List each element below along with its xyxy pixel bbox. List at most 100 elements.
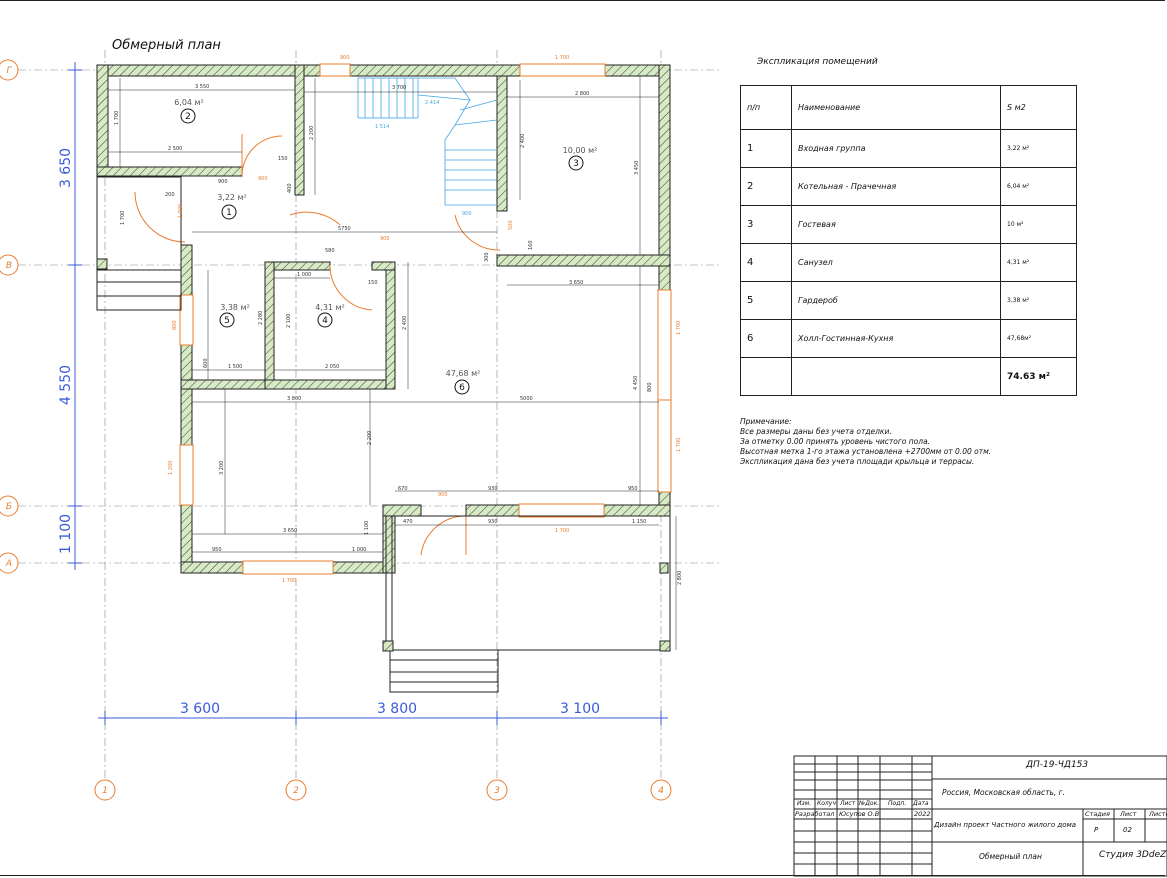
dimension-label: 2 500 (168, 146, 182, 152)
dimension-label: 150 (368, 280, 378, 286)
note-line: Высотная метка 1-го этажа установлена +2… (740, 447, 992, 456)
dimension-label: 950 (212, 547, 222, 553)
dimension-label: 2 800 (575, 91, 589, 97)
room-area-2: 6,04 м² (174, 98, 204, 107)
dimension-chain-left (68, 62, 82, 570)
notes-heading: Примечание: (740, 417, 792, 426)
dimension-label: 1 150 (632, 519, 646, 525)
stamp-sheet-num: 02 (1123, 826, 1132, 834)
stamp-stage-header: Стадия (1085, 810, 1110, 818)
stamp-sheet-header: Лист (1120, 810, 1137, 818)
axis-label-col: 1 (102, 786, 108, 796)
stamp-header-date: Дата (913, 800, 929, 807)
dimension-label: 670 (398, 486, 408, 492)
stairs (357, 77, 498, 206)
note-line: Экспликация дана без учета площади крыль… (740, 457, 975, 466)
stamp-header-doc: №Док. (859, 800, 880, 807)
dimension-label: 2 050 (325, 364, 339, 370)
dimension-label: 1 700 (282, 578, 296, 584)
drawing-group: 3 650 4 550 1 100 3 600 3 800 3 100 (58, 148, 600, 717)
row-num: 2 (740, 167, 792, 206)
stamp-dev-label: Разработал (795, 810, 835, 818)
dimension-label: 1 000 (178, 204, 184, 218)
stamp-header-list: Лист (840, 800, 856, 807)
header-name: Наименование (791, 85, 1001, 130)
dimension-label: 1 200 (168, 461, 174, 475)
dim-left-3: 1 100 (58, 514, 74, 554)
axis-label-col: 2 (293, 786, 299, 796)
dimension-label: 200 (165, 192, 175, 198)
room-area-6: 47,68 м² (446, 369, 481, 378)
table-header-row: п/п Наименование S м2 (740, 85, 1077, 130)
dimension-label: 1 100 (364, 521, 370, 535)
room-number-5: 5 (224, 316, 230, 326)
room-number-1: 1 (226, 208, 232, 218)
dimension-label: 1 700 (676, 321, 682, 335)
dimension-label: 900 (438, 492, 448, 498)
dimension-label: 4 450 (633, 376, 639, 390)
dimension-label: 2 400 (402, 316, 408, 330)
stamp-stage: Р (1094, 826, 1099, 834)
dim-left-1: 3 650 (58, 148, 74, 188)
dimension-label: 2 200 (367, 431, 373, 445)
table-total-row: 74.63 м² (740, 357, 1077, 396)
dimension-label: 930 (488, 519, 498, 525)
header-num: п/п (740, 85, 792, 130)
windows (179, 63, 672, 575)
dimension-label: 3 550 (195, 84, 209, 90)
row-name: Санузел (791, 243, 1001, 282)
room-area-5: 3,38 м² (220, 303, 250, 312)
row-num: 3 (740, 205, 792, 244)
dimension-label: 800 (647, 382, 653, 392)
dimension-label: 950 (628, 486, 638, 492)
table-row: 3 Гостевая 10 м² (740, 205, 1077, 244)
dimension-label: 1 000 (352, 547, 366, 553)
axis-grid (18, 50, 720, 780)
row-name: Гардероб (791, 281, 1001, 320)
dim-bottom-3: 3 100 (560, 701, 600, 717)
table-row: 5 Гардероб 3,38 м² (740, 281, 1077, 320)
explication-table: п/п Наименование S м2 1 Входная группа 3… (740, 85, 1077, 396)
dimension-label: 2 800 (677, 571, 683, 585)
interior-walls (96, 64, 508, 390)
dimension-label: 400 (287, 183, 293, 193)
total-area: 74.63 м² (1000, 357, 1077, 396)
dim-left-2: 4 550 (58, 365, 74, 405)
row-num: 6 (740, 319, 792, 358)
dimension-label: 150 (278, 156, 288, 162)
dimension-label: 3 200 (219, 461, 225, 475)
dimension-label: 2 100 (286, 314, 292, 328)
note-line: За отметку 0.00 принять уровень чистого … (740, 437, 931, 446)
note-line: Все размеры даны без учета отделки. (740, 427, 892, 436)
stamp-sheets-header: Листов (1149, 810, 1167, 818)
dim-bottom-2: 3 800 (377, 701, 417, 717)
plan-title: Обмерный план (112, 38, 221, 53)
row-area: 4,31 м² (1000, 243, 1077, 282)
dimension-label: 1 700 (555, 55, 569, 61)
dim-bottom-1: 3 600 (180, 701, 220, 717)
stamp-project: Дизайн проект Частного жилого дома (934, 821, 1077, 829)
title-block: ДП-19-ЧД153 Россия, Московская область, … (794, 755, 1167, 876)
dimension-label: 1 500 (228, 364, 242, 370)
dimension-label: 900 (218, 179, 228, 185)
stamp-header-koluch: Колуч (817, 800, 836, 807)
dimension-label: 2 414 (425, 100, 439, 106)
dimension-label: 3 450 (634, 161, 640, 175)
row-name: Входная группа (791, 129, 1001, 168)
stamp-header-sign: Подп. (888, 800, 907, 807)
dimension-label: 580 (325, 248, 335, 254)
dimension-label: 800 (172, 320, 178, 330)
terrace (382, 515, 671, 693)
row-name: Котельная - Прачечная (791, 167, 1001, 206)
dimension-label: 300 (484, 252, 490, 262)
room-area-3: 10,00 м² (563, 146, 598, 155)
room-area-1: 3,22 м² (217, 193, 247, 202)
table-row: 4 Санузел 4,31 м² (740, 243, 1077, 282)
row-area: 10 м² (1000, 205, 1077, 244)
notes-block: Примечание: Все размеры даны без учета о… (740, 417, 991, 467)
dimension-label: 3 650 (569, 280, 583, 286)
dimension-label: 900 (380, 236, 390, 242)
stamp-header-izm: Изм. (797, 800, 812, 807)
stamp-dev-year: 2022 (914, 810, 931, 818)
room-number-2: 2 (185, 112, 191, 122)
